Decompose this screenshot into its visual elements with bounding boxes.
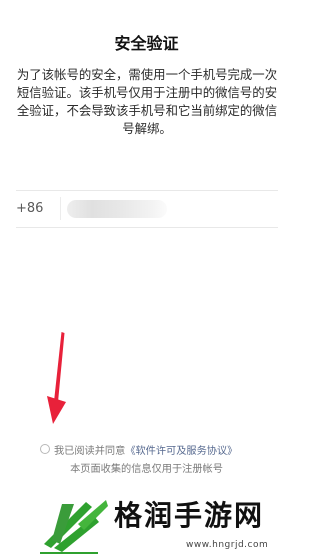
divider-bottom xyxy=(16,227,278,228)
agreement-prefix: 我已阅读并同意 xyxy=(54,445,126,457)
site-watermark: 格润手游网 www.hngrjd.com xyxy=(36,486,281,554)
phone-number-row: +86 xyxy=(16,191,278,226)
grass-logo-icon xyxy=(40,500,108,554)
watermark-url: www.hngrjd.com xyxy=(186,540,269,550)
license-agreement-link[interactable]: 《软件许可及服务协议》 xyxy=(125,442,237,457)
page-title: 安全验证 xyxy=(114,34,179,53)
field-separator xyxy=(60,197,61,220)
country-code[interactable]: +86 xyxy=(16,191,43,226)
verification-description: 为了该帐号的安全，需使用一个手机号完成一次短信验证。该手机号仅用于注册中的微信号… xyxy=(16,67,278,136)
watermark-brand: 格润手游网 xyxy=(114,499,265,532)
red-arrow-annotation xyxy=(47,332,66,424)
privacy-notice: 本页面收集的信息仅用于注册帐号 xyxy=(70,464,223,475)
phone-number-input[interactable] xyxy=(67,200,167,218)
agreement-checkbox[interactable] xyxy=(40,444,50,454)
agreement-row: 我已阅读并同意 《软件许可及服务协议》 xyxy=(40,441,237,457)
